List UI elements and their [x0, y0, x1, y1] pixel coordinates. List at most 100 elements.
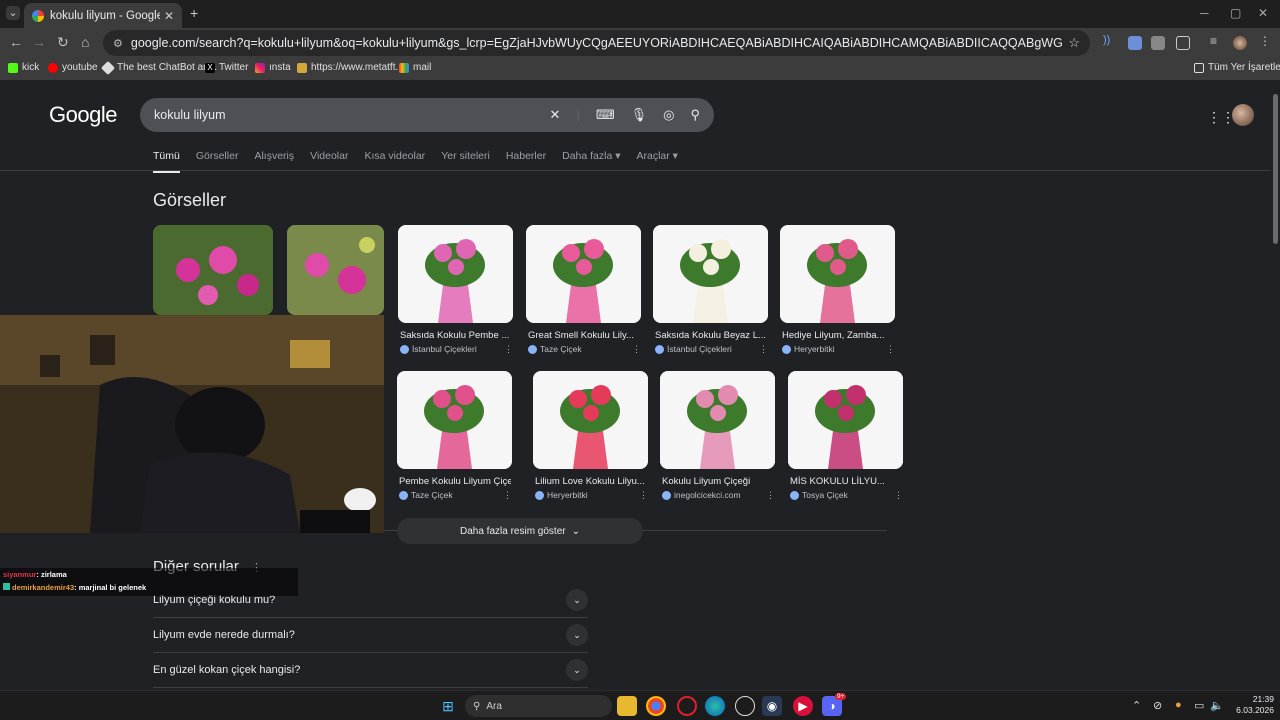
divider	[0, 170, 1270, 171]
chevron-down-icon[interactable]: ⌄	[566, 589, 588, 611]
profile-avatar-icon[interactable]	[1233, 36, 1247, 50]
bookmark-twitter[interactable]: X Twitter	[205, 62, 248, 73]
display-icon[interactable]: ▭	[1194, 699, 1204, 712]
image-caption[interactable]: Great Smell Kokulu Lily...	[528, 330, 640, 341]
image-result-thumbnail[interactable]	[533, 371, 648, 469]
image-caption[interactable]: Hediye Lilyum, Zamba...	[782, 330, 894, 341]
question-item[interactable]: En güzel kokan çiçek hangisi? ⌄	[153, 653, 588, 688]
keyboard-icon[interactable]: ⌨	[596, 107, 615, 123]
image-source[interactable]: Taze Çiçek	[528, 344, 582, 354]
file-explorer-icon[interactable]	[617, 696, 637, 716]
google-logo[interactable]: Google	[49, 102, 117, 128]
image-result-thumbnail[interactable]	[398, 225, 513, 323]
network-icon[interactable]: ⊘	[1153, 699, 1162, 712]
bookmark-kick[interactable]: kick	[8, 62, 39, 73]
extension-icon[interactable]: ))	[1103, 34, 1117, 48]
chevron-down-icon[interactable]: ⌄	[566, 659, 588, 681]
more-options-icon[interactable]: ⋮	[632, 344, 641, 355]
app-icon[interactable]	[735, 696, 755, 716]
image-source[interactable]: Heryerbitki	[535, 490, 588, 500]
source-name: Heryerbitki	[794, 344, 835, 354]
steam-icon[interactable]: ◉	[762, 696, 782, 716]
bookmark-metatft[interactable]: https://www.metatft...	[297, 62, 404, 73]
image-result-thumbnail[interactable]	[526, 225, 641, 323]
search-icon[interactable]: ⚲	[690, 107, 700, 123]
chevron-down-icon[interactable]: ⌄	[566, 624, 588, 646]
minimize-icon[interactable]: ─	[1200, 6, 1209, 20]
image-result-thumbnail[interactable]	[780, 225, 895, 323]
flower-image	[660, 371, 775, 469]
image-result-thumbnail[interactable]	[653, 225, 768, 323]
image-source[interactable]: Taze Çiçek	[399, 490, 453, 500]
image-source[interactable]: Tosya Çiçek	[790, 490, 848, 500]
opera-icon[interactable]	[677, 696, 697, 716]
reload-icon[interactable]: ↻	[57, 34, 69, 51]
image-source[interactable]: İstanbul Çiçekleri	[655, 344, 732, 354]
extensions-puzzle-icon[interactable]	[1176, 36, 1190, 50]
image-caption[interactable]: Saksıda Kokulu Pembe ...	[400, 330, 512, 341]
tab-search-button[interactable]: ⌄	[6, 6, 20, 20]
lens-icon[interactable]: ◎	[663, 107, 674, 123]
bookmark-insta[interactable]: ınsta	[255, 62, 291, 73]
image-source[interactable]: inegolcicekci.com	[662, 490, 741, 500]
show-hidden-icons[interactable]: ⌃	[1132, 699, 1141, 712]
forward-icon[interactable]: →	[32, 34, 46, 50]
bookmark-chatbot[interactable]: The best ChatBot an...	[100, 60, 217, 75]
menu-kebab-icon[interactable]: ⋮	[1259, 34, 1273, 48]
address-bar[interactable]: ⚙ google.com/search?q=kokulu+lilyum&oq=k…	[103, 30, 1090, 56]
maximize-icon[interactable]: ▢	[1230, 6, 1241, 20]
scrollbar-thumb[interactable]	[1273, 94, 1278, 244]
google-favicon-icon	[32, 9, 44, 22]
image-source[interactable]: İstanbul Çiçekleri	[400, 344, 477, 354]
more-images-button[interactable]: Daha fazla resim göster ⌄	[397, 518, 643, 544]
image-result-thumbnail[interactable]	[153, 225, 273, 315]
image-source[interactable]: Heryerbitki	[782, 344, 835, 354]
start-windows-icon[interactable]: ⊞	[438, 696, 458, 716]
bookmark-mail[interactable]: mail	[399, 62, 431, 73]
image-caption[interactable]: Saksıda Kokulu Beyaz L...	[655, 330, 767, 341]
new-tab-button[interactable]: +	[190, 5, 198, 21]
more-options-icon[interactable]: ⋮	[886, 344, 895, 355]
image-result-thumbnail[interactable]	[660, 371, 775, 469]
question-item[interactable]: Lilyum evde nerede durmalı? ⌄	[153, 618, 588, 653]
microphone-tray-icon[interactable]: ●	[1175, 699, 1182, 711]
more-options-icon[interactable]: ⋮	[503, 490, 512, 501]
chat-text: : marjinal bi gelenek	[74, 583, 147, 592]
chrome-icon[interactable]	[646, 696, 666, 716]
image-caption[interactable]: Pembe Kokulu Lilyum Çiçeği	[399, 476, 511, 487]
microphone-icon[interactable]: 🎙	[631, 107, 648, 123]
extension-icon[interactable]	[1128, 36, 1142, 50]
all-bookmarks-folder[interactable]: Tüm Yer İşaretleri	[1194, 62, 1280, 73]
more-options-icon[interactable]: ⋮	[894, 490, 903, 501]
bookmark-youtube[interactable]: youtube	[48, 62, 98, 73]
flower-image	[526, 225, 641, 323]
more-options-icon[interactable]: ⋮	[639, 490, 648, 501]
image-caption[interactable]: Kokulu Lilyum Çiçeği	[662, 476, 774, 487]
image-caption[interactable]: MİS KOKULU LİLYU...	[790, 476, 902, 487]
more-options-icon[interactable]: ⋮	[759, 344, 768, 355]
site-favicon-icon	[662, 490, 671, 500]
back-icon[interactable]: ←	[9, 34, 23, 50]
taskbar-search[interactable]: ⚲ Ara	[465, 695, 612, 717]
media-player-icon[interactable]: ▶	[793, 696, 813, 716]
edge-icon[interactable]	[705, 696, 725, 716]
home-icon[interactable]: ⌂	[81, 34, 89, 50]
image-caption[interactable]: Lilium Love Kokulu Lilyu...	[535, 476, 647, 487]
image-result-thumbnail[interactable]	[397, 371, 512, 469]
site-info-icon[interactable]: ⚙	[113, 37, 123, 50]
browser-tab[interactable]: kokulu lilyum - Google'da Ara ✕	[24, 3, 182, 28]
extension-icon[interactable]	[1151, 36, 1165, 50]
more-options-icon[interactable]: ⋮	[766, 490, 775, 501]
page-scrollbar[interactable]	[1270, 80, 1280, 690]
reading-list-icon[interactable]: ≡	[1210, 34, 1224, 48]
search-input[interactable]: kokulu lilyum ✕ | ⌨ 🎙 ◎ ⚲	[140, 98, 714, 132]
close-window-icon[interactable]: ✕	[1258, 6, 1268, 20]
image-result-thumbnail[interactable]	[287, 225, 384, 315]
more-options-icon[interactable]: ⋮	[504, 344, 513, 355]
bookmark-star-icon[interactable]: ☆	[1068, 35, 1080, 51]
account-avatar[interactable]	[1232, 104, 1254, 126]
system-clock[interactable]: 21:39 6.03.2026	[1222, 694, 1274, 716]
image-result-thumbnail[interactable]	[788, 371, 903, 469]
close-tab-icon[interactable]: ✕	[164, 9, 174, 23]
clear-icon[interactable]: ✕	[550, 107, 561, 123]
